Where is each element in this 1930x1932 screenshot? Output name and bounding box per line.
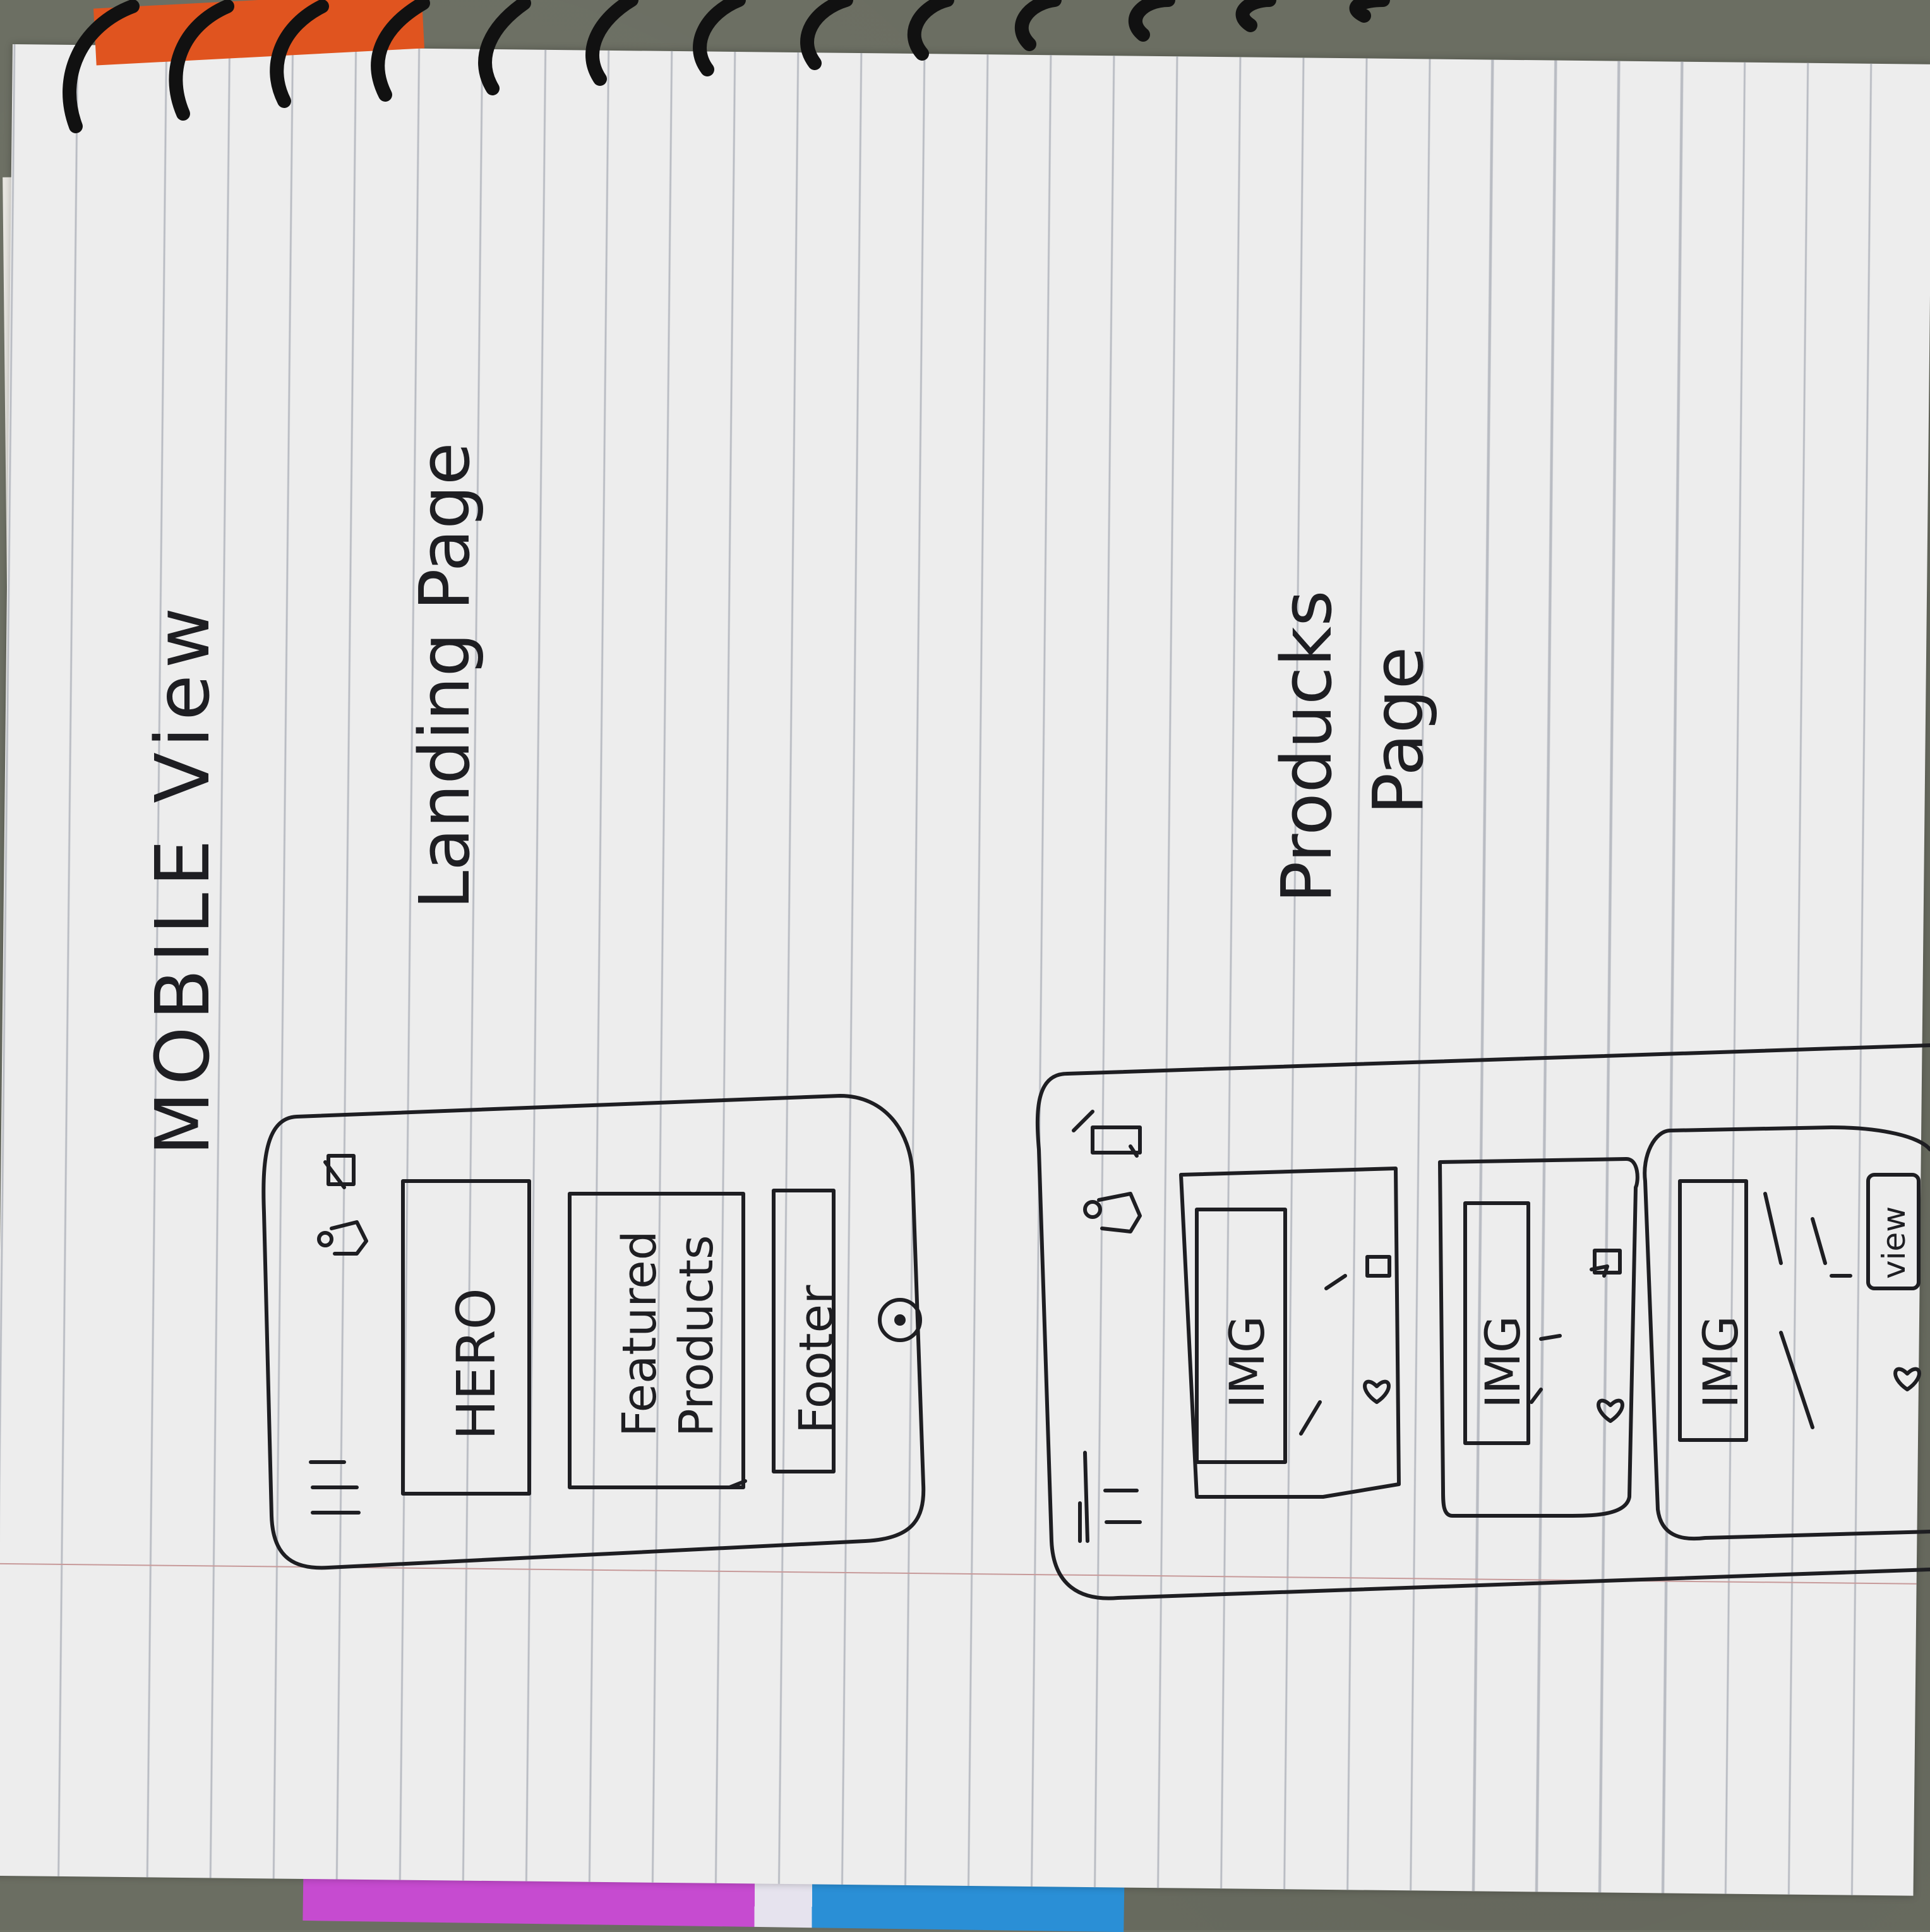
product-card-1-img-label: IMG	[1219, 1316, 1275, 1408]
products-cart-icon	[1072, 1110, 1142, 1158]
featured-label-line2: Products	[669, 1235, 724, 1437]
products-page-label-line1: Producks	[1266, 590, 1347, 903]
view-button-label[interactable]: view	[1876, 1206, 1912, 1279]
landing-home-button-icon	[878, 1298, 922, 1342]
product-card-2-img-label: IMG	[1475, 1316, 1531, 1408]
product-card-3-img-label: IMG	[1693, 1316, 1749, 1408]
product-card-1	[1179, 1167, 1401, 1499]
page-heading: MOBILE View	[139, 601, 226, 1156]
products-page-label-line2: Page	[1358, 646, 1439, 815]
product-card-2	[1438, 1157, 1639, 1518]
wireframe-sketch	[261, 1043, 1930, 1600]
hero-label: HERO	[445, 1288, 507, 1440]
product-card-1-heart-icon	[1363, 1379, 1391, 1404]
landing-hamburger-menu-icon	[309, 1460, 361, 1515]
product-card-3-heart-icon	[1893, 1367, 1921, 1391]
product-card-3	[1643, 1129, 1930, 1541]
featured-label-line1: Featured	[613, 1230, 667, 1437]
product-card-2-heart-icon	[1597, 1398, 1624, 1423]
landing-cart-icon	[323, 1154, 356, 1189]
products-hamburger-menu-icon	[1078, 1451, 1142, 1543]
landing-page-label: Landing Page	[404, 442, 485, 909]
landing-user-icon	[317, 1220, 368, 1256]
products-user-icon	[1083, 1192, 1142, 1233]
footer-label: Footer	[789, 1285, 844, 1434]
